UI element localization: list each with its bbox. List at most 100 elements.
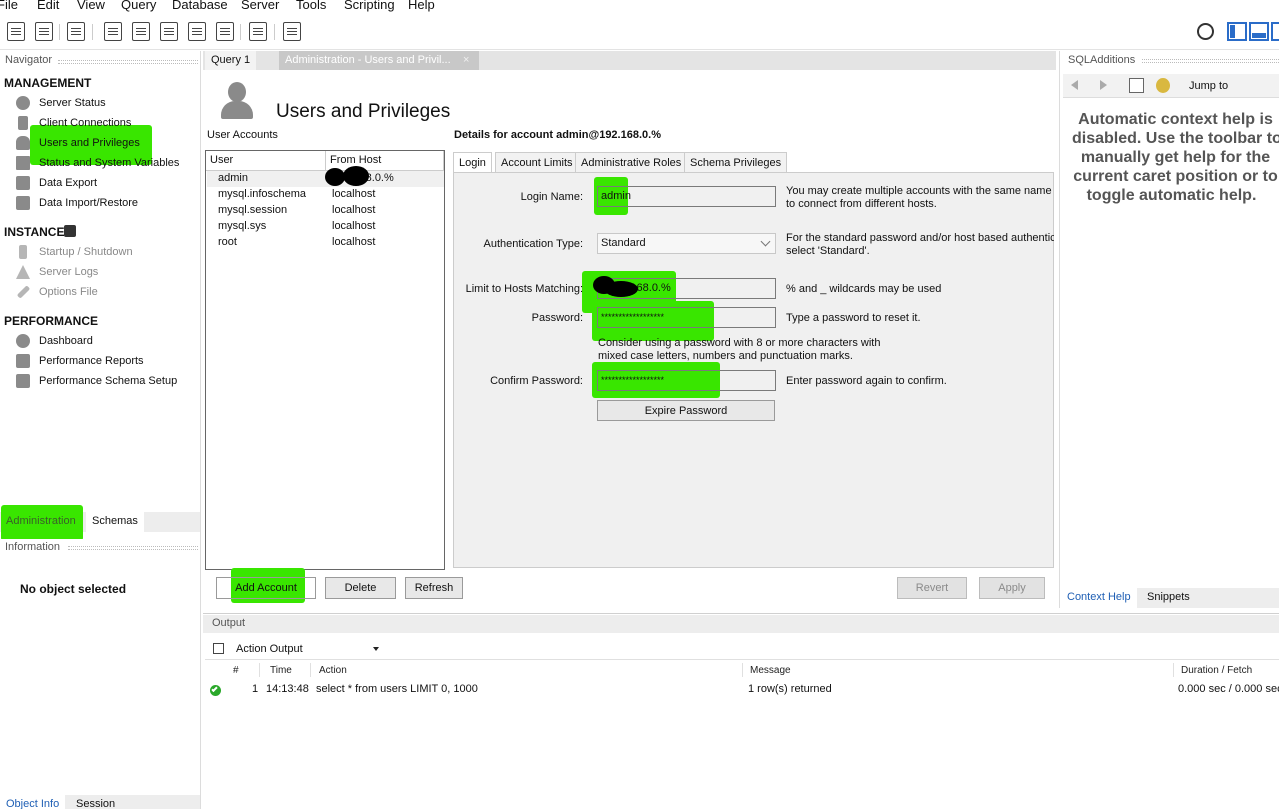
nav-startup-shutdown[interactable]: Startup / Shutdown (16, 244, 198, 261)
refresh-button[interactable]: Refresh (405, 577, 463, 599)
navigator-tabs: Administration Schemas (0, 505, 200, 541)
menu-tools[interactable]: Tools (296, 0, 326, 12)
open-sql-script-icon[interactable] (35, 22, 53, 41)
back-arrow-icon[interactable] (1071, 80, 1078, 90)
menu-edit[interactable]: Edit (37, 0, 59, 12)
account-row[interactable]: mysql.session localhost (207, 203, 444, 219)
menu-database[interactable]: Database (172, 0, 228, 12)
toolbar (0, 14, 1279, 50)
dropdown-arrow-icon[interactable] (373, 647, 379, 651)
expire-password-button[interactable]: Expire Password (597, 400, 775, 421)
auth-type-select[interactable]: Standard (597, 233, 776, 254)
menu-help[interactable]: Help (408, 0, 435, 12)
create-function-icon[interactable] (216, 22, 234, 41)
tab-account-limits[interactable]: Account Limits (495, 152, 579, 172)
tab-schema-privileges[interactable]: Schema Privileges (684, 152, 788, 172)
tab-login[interactable]: Login (453, 152, 492, 173)
new-sql-tab-icon[interactable] (7, 22, 25, 41)
tab-administrative-roles[interactable]: Administrative Roles (575, 152, 688, 172)
password-label: Password: (531, 312, 583, 324)
manual-help-icon[interactable] (1129, 78, 1144, 93)
row-time: 14:13:48 (266, 683, 309, 695)
nav-server-logs[interactable]: Server Logs (16, 264, 198, 281)
menu-view[interactable]: View (77, 0, 105, 12)
toggle-sidebar-icon[interactable] (1227, 22, 1247, 41)
tab-object-info[interactable]: Object Info (0, 795, 66, 809)
login-name-help: You may create multiple accounts with th… (786, 185, 1052, 210)
account-row[interactable]: mysql.sys localhost (207, 219, 444, 235)
user-icon (16, 136, 30, 150)
create-table-icon[interactable] (132, 22, 150, 41)
toggle-output-icon[interactable] (1249, 22, 1269, 41)
user-accounts-label: User Accounts (207, 129, 278, 141)
tab-session[interactable]: Session (70, 795, 121, 809)
tab-administration[interactable]: Administration (0, 512, 82, 532)
revert-button[interactable]: Revert (897, 577, 967, 599)
toggle-secondary-sidebar-icon[interactable] (1271, 22, 1279, 41)
nav-options-file[interactable]: Options File (16, 284, 198, 301)
close-tab-icon[interactable]: × (463, 54, 469, 66)
instance-status-icon (64, 225, 76, 237)
confirm-password-label: Confirm Password: (490, 375, 583, 387)
nav-status-system-variables[interactable]: Status and System Variables (16, 155, 198, 172)
login-name-label: Login Name: (520, 191, 583, 203)
reconnect-icon[interactable] (283, 22, 301, 41)
tab-query-1[interactable]: Query 1 (205, 51, 257, 70)
tab-snippets[interactable]: Snippets (1141, 588, 1196, 608)
auth-type-help: For the standard password and/or host ba… (786, 232, 1054, 257)
delete-button[interactable]: Delete (325, 577, 396, 599)
menu-scripting[interactable]: Scripting (344, 0, 395, 12)
account-row[interactable]: mysql.infoschema localhost (207, 187, 444, 203)
column-duration: Duration / Fetch (1181, 665, 1253, 676)
warning-icon (16, 265, 30, 279)
dashboard-icon (16, 334, 30, 348)
confirm-password-help: Enter password again to confirm. (786, 375, 947, 387)
column-number: # (233, 665, 239, 676)
redaction-mark (343, 166, 369, 186)
create-schema-icon[interactable] (104, 22, 122, 41)
menu-query[interactable]: Query (121, 0, 156, 12)
forward-arrow-icon[interactable] (1100, 80, 1107, 90)
action-output-select[interactable]: Action Output (236, 643, 303, 655)
server-status-icon (16, 96, 30, 110)
login-name-input[interactable]: admin (597, 186, 776, 207)
tab-schemas[interactable]: Schemas (86, 512, 144, 532)
row-message: 1 row(s) returned (748, 683, 832, 695)
nav-performance-reports[interactable]: Performance Reports (16, 353, 198, 370)
chevron-down-icon (760, 236, 771, 247)
inspector-icon[interactable] (67, 22, 85, 41)
create-view-icon[interactable] (160, 22, 178, 41)
output-toolbar: Action Output (205, 638, 1279, 660)
column-from-host[interactable]: From Host (326, 151, 444, 171)
tab-administration-users[interactable]: Administration - Users and Privil... × (279, 51, 479, 70)
import-icon (16, 196, 30, 210)
nav-performance-schema-setup[interactable]: Performance Schema Setup (16, 373, 198, 390)
jump-to-select[interactable]: Jump to (1189, 80, 1228, 92)
menu-bar: File Edit View Query Database Server Too… (0, 0, 1279, 14)
copy-icon[interactable] (213, 643, 224, 654)
menu-server[interactable]: Server (241, 0, 279, 12)
password-input[interactable]: ****************** (597, 307, 776, 328)
user-avatar-icon (219, 82, 255, 122)
confirm-password-input[interactable]: ****************** (597, 370, 776, 391)
nav-client-connections[interactable]: Client Connections (16, 115, 198, 132)
search-table-data-icon[interactable] (249, 22, 267, 41)
nav-data-import[interactable]: Data Import/Restore (16, 195, 198, 212)
create-procedure-icon[interactable] (188, 22, 206, 41)
column-user[interactable]: User (206, 151, 326, 171)
no-object-selected: No object selected (20, 582, 127, 596)
menu-file[interactable]: File (0, 0, 18, 12)
add-account-button[interactable]: Add Account (216, 577, 316, 599)
nav-data-export[interactable]: Data Export (16, 175, 198, 192)
column-time: Time (270, 665, 292, 676)
wrench-icon (16, 285, 31, 299)
nav-server-status[interactable]: Server Status (16, 95, 198, 112)
auto-help-icon[interactable] (1156, 78, 1170, 93)
tab-context-help[interactable]: Context Help (1061, 588, 1137, 608)
nav-users-and-privileges[interactable]: Users and Privileges (16, 135, 198, 152)
account-row[interactable]: root localhost (207, 235, 444, 251)
nav-dashboard[interactable]: Dashboard (16, 333, 198, 350)
output-header: Output (203, 615, 1279, 633)
apply-button[interactable]: Apply (979, 577, 1045, 599)
settings-gear-icon[interactable] (1197, 23, 1214, 40)
